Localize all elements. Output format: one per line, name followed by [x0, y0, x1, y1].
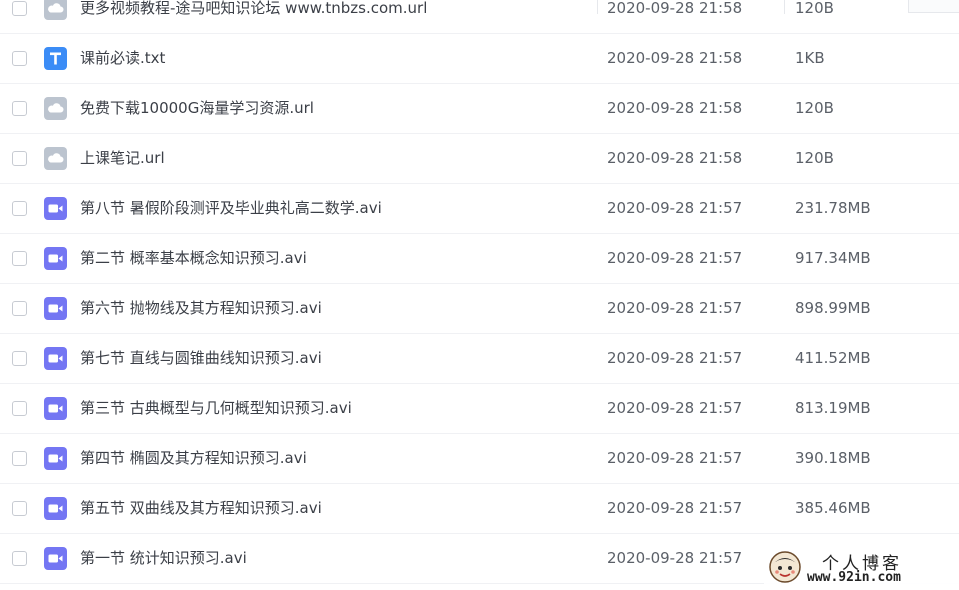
row-checkbox[interactable] [12, 401, 27, 416]
file-date: 2020-09-28 21:57 [607, 299, 743, 317]
file-name[interactable]: 课前必读.txt [80, 34, 165, 83]
text-file-icon [44, 47, 67, 70]
row-checkbox[interactable] [12, 301, 27, 316]
file-size: 411.52MB [795, 349, 871, 367]
file-date: 2020-09-28 21:57 [607, 349, 743, 367]
file-date: 2020-09-28 21:57 [607, 499, 743, 517]
file-size: 120B [795, 149, 834, 167]
file-size: 120B [795, 0, 834, 17]
file-row[interactable]: 第六节 抛物线及其方程知识预习.avi 2020-09-28 21:57 898… [0, 284, 959, 334]
row-checkbox[interactable] [12, 551, 27, 566]
file-list: 更多视频教程-途马吧知识论坛 www.tnbzs.com.url 2020-09… [0, 0, 959, 584]
mascot-logo-icon [768, 550, 802, 584]
column-divider [597, 0, 598, 14]
video-file-icon [44, 197, 67, 220]
column-divider [784, 0, 785, 14]
file-name[interactable]: 第八节 暑假阶段测评及毕业典礼高二数学.avi [80, 184, 382, 233]
file-name[interactable]: 第二节 概率基本概念知识预习.avi [80, 234, 307, 283]
file-date: 2020-09-28 21:57 [607, 549, 743, 567]
link-file-icon [44, 0, 67, 20]
file-row[interactable]: 第五节 双曲线及其方程知识预习.avi 2020-09-28 21:57 385… [0, 484, 959, 534]
file-size: 120B [795, 99, 834, 117]
file-row[interactable]: 更多视频教程-途马吧知识论坛 www.tnbzs.com.url 2020-09… [0, 0, 959, 34]
row-checkbox[interactable] [12, 151, 27, 166]
file-name[interactable]: 更多视频教程-途马吧知识论坛 www.tnbzs.com.url [80, 0, 427, 33]
file-date: 2020-09-28 21:58 [607, 49, 743, 67]
file-name[interactable]: 第六节 抛物线及其方程知识预习.avi [80, 284, 322, 333]
file-name[interactable]: 第一节 统计知识预习.avi [80, 534, 247, 583]
watermark: 个人博客 www.92in.com [764, 548, 959, 590]
file-date: 2020-09-28 21:57 [607, 449, 743, 467]
video-file-icon [44, 347, 67, 370]
file-size: 917.34MB [795, 249, 871, 267]
file-name[interactable]: 第四节 椭圆及其方程知识预习.avi [80, 434, 307, 483]
file-date: 2020-09-28 21:58 [607, 149, 743, 167]
row-checkbox[interactable] [12, 451, 27, 466]
file-row[interactable]: 课前必读.txt 2020-09-28 21:58 1KB [0, 34, 959, 84]
video-file-icon [44, 297, 67, 320]
row-checkbox[interactable] [12, 1, 27, 16]
watermark-url: www.92in.com [807, 570, 901, 585]
file-row[interactable]: 上课笔记.url 2020-09-28 21:58 120B [0, 134, 959, 184]
row-checkbox[interactable] [12, 201, 27, 216]
file-date: 2020-09-28 21:57 [607, 199, 743, 217]
row-checkbox[interactable] [12, 351, 27, 366]
link-file-icon [44, 97, 67, 120]
row-checkbox[interactable] [12, 501, 27, 516]
file-date: 2020-09-28 21:58 [607, 0, 743, 17]
file-size: 898.99MB [795, 299, 871, 317]
row-checkbox[interactable] [12, 101, 27, 116]
file-name[interactable]: 第五节 双曲线及其方程知识预习.avi [80, 484, 322, 533]
file-date: 2020-09-28 21:58 [607, 99, 743, 117]
file-size: 1KB [795, 49, 825, 67]
file-row[interactable]: 第四节 椭圆及其方程知识预习.avi 2020-09-28 21:57 390.… [0, 434, 959, 484]
header-corner [908, 0, 959, 13]
link-file-icon [44, 147, 67, 170]
video-file-icon [44, 447, 67, 470]
file-name[interactable]: 免费下载10000G海量学习资源.url [80, 84, 314, 133]
file-size: 231.78MB [795, 199, 871, 217]
file-date: 2020-09-28 21:57 [607, 399, 743, 417]
file-row[interactable]: 免费下载10000G海量学习资源.url 2020-09-28 21:58 12… [0, 84, 959, 134]
video-file-icon [44, 497, 67, 520]
file-row[interactable]: 第三节 古典概型与几何概型知识预习.avi 2020-09-28 21:57 8… [0, 384, 959, 434]
video-file-icon [44, 397, 67, 420]
file-name[interactable]: 第三节 古典概型与几何概型知识预习.avi [80, 384, 352, 433]
video-file-icon [44, 547, 67, 570]
file-date: 2020-09-28 21:57 [607, 249, 743, 267]
file-row[interactable]: 第八节 暑假阶段测评及毕业典礼高二数学.avi 2020-09-28 21:57… [0, 184, 959, 234]
file-size: 813.19MB [795, 399, 871, 417]
file-row[interactable]: 第七节 直线与圆锥曲线知识预习.avi 2020-09-28 21:57 411… [0, 334, 959, 384]
row-checkbox[interactable] [12, 51, 27, 66]
row-checkbox[interactable] [12, 251, 27, 266]
file-size: 385.46MB [795, 499, 871, 517]
file-row[interactable]: 第二节 概率基本概念知识预习.avi 2020-09-28 21:57 917.… [0, 234, 959, 284]
video-file-icon [44, 247, 67, 270]
file-name[interactable]: 上课笔记.url [80, 134, 165, 183]
file-name[interactable]: 第七节 直线与圆锥曲线知识预习.avi [80, 334, 322, 383]
file-size: 390.18MB [795, 449, 871, 467]
